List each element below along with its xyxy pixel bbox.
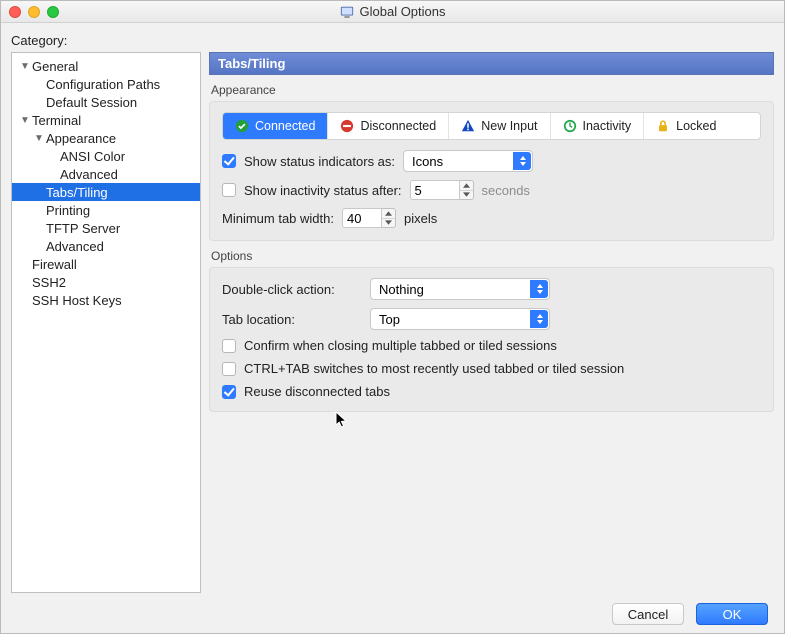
min-tab-width-stepper[interactable] [342,208,396,228]
window-body: Category: ▼GeneralConfiguration PathsDef… [1,23,784,633]
tree-item[interactable]: Tabs/Tiling [12,183,200,201]
tree-item-label: ANSI Color [60,149,125,164]
tree-item[interactable]: ▼Terminal [12,111,200,129]
tree-item[interactable]: ANSI Color [12,147,200,165]
warning-icon [461,119,475,133]
appearance-group: Connected Disconnected New Input [209,101,774,241]
window-title: Global Options [1,4,784,19]
lock-icon [656,119,670,133]
tabloc-select[interactable]: Top [370,308,550,330]
cancel-button[interactable]: Cancel [612,603,684,625]
status-locked-label: Locked [676,119,716,133]
tree-item-label: Default Session [46,95,137,110]
app-icon [340,5,354,19]
show-status-label: Show status indicators as: [244,154,395,169]
dblclick-label: Double-click action: [222,282,362,297]
tree-item-label: Terminal [32,113,81,128]
inactivity-seconds-stepper[interactable] [410,180,474,200]
tree-item-label: General [32,59,78,74]
options-group: Double-click action: Nothing Tab locatio… [209,267,774,412]
show-status-select-field[interactable]: Icons [403,150,533,172]
tree-item-label: Advanced [60,167,118,182]
tree-item[interactable]: Advanced [12,237,200,255]
tabloc-label: Tab location: [222,312,362,327]
status-indicators-bar: Connected Disconnected New Input [222,112,761,140]
status-locked[interactable]: Locked [644,113,728,139]
tree-item-label: Tabs/Tiling [46,185,108,200]
stepper-up-icon[interactable] [382,209,395,219]
tabloc-select-field[interactable]: Top [370,308,550,330]
tree-item[interactable]: Printing [12,201,200,219]
settings-content: Tabs/Tiling Appearance Connected Disconn… [209,52,774,593]
status-connected-label: Connected [255,119,315,133]
tree-item-label: Advanced [46,239,104,254]
min-tab-width-unit: pixels [404,211,437,226]
section-title: Tabs/Tiling [209,52,774,75]
window-title-label: Global Options [360,4,446,19]
status-disconnected-label: Disconnected [360,119,436,133]
tree-item[interactable]: Advanced [12,165,200,183]
tree-item[interactable]: Default Session [12,93,200,111]
inactivity-status-checkbox[interactable] [222,183,236,197]
reuse-disconnected-checkbox[interactable] [222,385,236,399]
status-disconnected[interactable]: Disconnected [328,113,449,139]
status-connected[interactable]: Connected [223,113,328,139]
status-new-input[interactable]: New Input [449,113,550,139]
ctrl-tab-label: CTRL+TAB switches to most recently used … [244,361,624,376]
stepper-down-icon[interactable] [460,191,473,200]
tree-item[interactable]: Configuration Paths [12,75,200,93]
show-status-checkbox[interactable] [222,154,236,168]
tree-item-label: Printing [46,203,90,218]
tree-item[interactable]: SSH2 [12,273,200,291]
tree-item[interactable]: ▼Appearance [12,129,200,147]
status-new-input-label: New Input [481,119,537,133]
tree-item-label: Configuration Paths [46,77,160,92]
tree-item[interactable]: TFTP Server [12,219,200,237]
tree-item[interactable]: ▼General [12,57,200,75]
tree-item-label: Firewall [32,257,77,272]
appearance-group-label: Appearance [211,83,774,97]
ok-button[interactable]: OK [696,603,768,625]
options-group-label: Options [211,249,774,263]
tree-item-label: SSH2 [32,275,66,290]
ctrl-tab-checkbox[interactable] [222,362,236,376]
min-tab-width-label: Minimum tab width: [222,211,334,226]
no-entry-icon [340,119,354,133]
inactivity-seconds-unit: seconds [482,183,530,198]
dblclick-select-field[interactable]: Nothing [370,278,550,300]
status-inactivity[interactable]: Inactivity [551,113,645,139]
check-circle-icon [235,119,249,133]
tree-item[interactable]: Firewall [12,255,200,273]
confirm-close-checkbox[interactable] [222,339,236,353]
global-options-window: Global Options Category: ▼GeneralConfigu… [0,0,785,634]
stepper-down-icon[interactable] [382,219,395,228]
tree-item-label: Appearance [46,131,116,146]
status-inactivity-label: Inactivity [583,119,632,133]
tree-item-label: SSH Host Keys [32,293,122,308]
category-tree[interactable]: ▼GeneralConfiguration PathsDefault Sessi… [11,52,201,593]
inactivity-status-label: Show inactivity status after: [244,183,402,198]
dblclick-select[interactable]: Nothing [370,278,550,300]
tree-item-label: TFTP Server [46,221,120,236]
disclosure-triangle-icon[interactable]: ▼ [34,133,44,144]
dialog-buttons: Cancel OK [11,593,774,625]
category-label: Category: [11,33,774,48]
disclosure-triangle-icon[interactable]: ▼ [20,115,30,126]
disclosure-triangle-icon[interactable]: ▼ [20,61,30,72]
inactivity-seconds-input[interactable] [410,180,460,200]
titlebar: Global Options [1,1,784,23]
clock-icon [563,119,577,133]
show-status-select[interactable]: Icons [403,150,533,172]
confirm-close-label: Confirm when closing multiple tabbed or … [244,338,557,353]
stepper-up-icon[interactable] [460,181,473,191]
tree-item[interactable]: SSH Host Keys [12,291,200,309]
reuse-disconnected-label: Reuse disconnected tabs [244,384,390,399]
min-tab-width-input[interactable] [342,208,382,228]
